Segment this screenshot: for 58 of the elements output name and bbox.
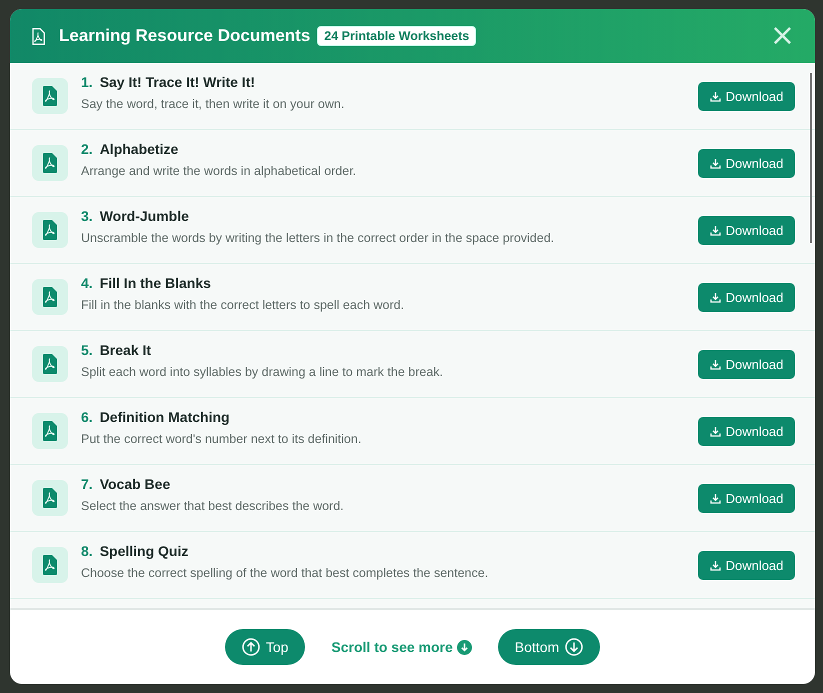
item-number: 7. xyxy=(81,476,93,492)
download-button[interactable]: Download xyxy=(698,216,795,244)
top-button[interactable]: Top xyxy=(224,629,306,665)
download-button[interactable]: Download xyxy=(698,82,795,110)
pdf-file-icon xyxy=(43,421,57,441)
download-button[interactable]: Download xyxy=(698,350,795,378)
pdf-file-icon xyxy=(43,86,57,106)
document-description: Choose the correct spelling of the word that best completes the sentence. xyxy=(81,566,490,580)
download-button[interactable]: Download xyxy=(698,416,795,446)
document-title: Alphabetize xyxy=(100,140,178,156)
download-icon xyxy=(710,224,721,236)
item-number: 5. xyxy=(81,342,93,358)
item-number: 2. xyxy=(81,140,93,156)
worksheet-count-badge: 24 Printable Worksheets xyxy=(317,26,476,46)
download-icon xyxy=(710,90,721,102)
pdf-file-icon xyxy=(32,28,45,44)
document-title: Break It xyxy=(100,342,152,358)
pdf-file-icon xyxy=(43,488,57,508)
download-button[interactable]: Download xyxy=(698,282,795,312)
download-icon xyxy=(710,292,721,302)
item-number: 8. xyxy=(81,542,93,558)
modal-title: Learning Resource Documents xyxy=(59,26,310,46)
download-button[interactable]: Download xyxy=(698,550,795,580)
arrow-up-circle-icon xyxy=(242,638,260,656)
download-button[interactable]: Download xyxy=(698,148,795,178)
close-button[interactable]: × xyxy=(770,21,795,51)
bottom-button[interactable]: Bottom xyxy=(498,629,600,665)
arrow-down-circle-icon xyxy=(456,640,472,654)
document-title: Word-Jumble xyxy=(100,208,189,224)
pdf-file-icon xyxy=(43,287,57,307)
document-title: Fill In the Blanks xyxy=(100,274,211,290)
document-title: Vocab Bee xyxy=(100,476,170,492)
document-description: Unscramble the words by writing the letters in the correct order in the space provided. xyxy=(81,230,556,244)
pdf-file-icon xyxy=(43,354,57,374)
item-number: 1. xyxy=(81,74,93,90)
document-description: Say the word, trace it, then write it on your own. xyxy=(81,96,346,110)
document-description: Select the answer that best describes the word. xyxy=(81,498,345,512)
download-icon xyxy=(710,158,721,168)
document-description: Put the correct word's number next to its definition. xyxy=(81,432,362,446)
download-icon xyxy=(710,426,721,436)
document-title: Definition Matching xyxy=(100,408,230,424)
document-title: Say It! Trace It! Write It! xyxy=(100,74,256,90)
document-description: Split each word into syllables by drawing a line to mark the break. xyxy=(81,364,444,378)
download-icon xyxy=(710,358,721,370)
document-title: Spelling Quiz xyxy=(100,542,188,558)
document-description: Arrange and write the words in alphabetical order. xyxy=(81,164,358,178)
pdf-file-icon xyxy=(43,555,57,575)
item-number: 6. xyxy=(81,408,93,424)
item-number: 3. xyxy=(81,208,93,224)
download-button[interactable]: Download xyxy=(698,484,795,512)
download-icon xyxy=(710,560,721,570)
download-icon xyxy=(710,492,721,504)
document-description: Fill in the blanks with the correct letters to spell each word. xyxy=(81,298,406,312)
pdf-file-icon xyxy=(43,153,57,173)
pdf-file-icon xyxy=(43,220,57,240)
scroll-hint: Scroll to see more xyxy=(331,639,453,655)
item-number: 4. xyxy=(81,274,93,290)
arrow-down-circle-icon xyxy=(565,638,584,656)
